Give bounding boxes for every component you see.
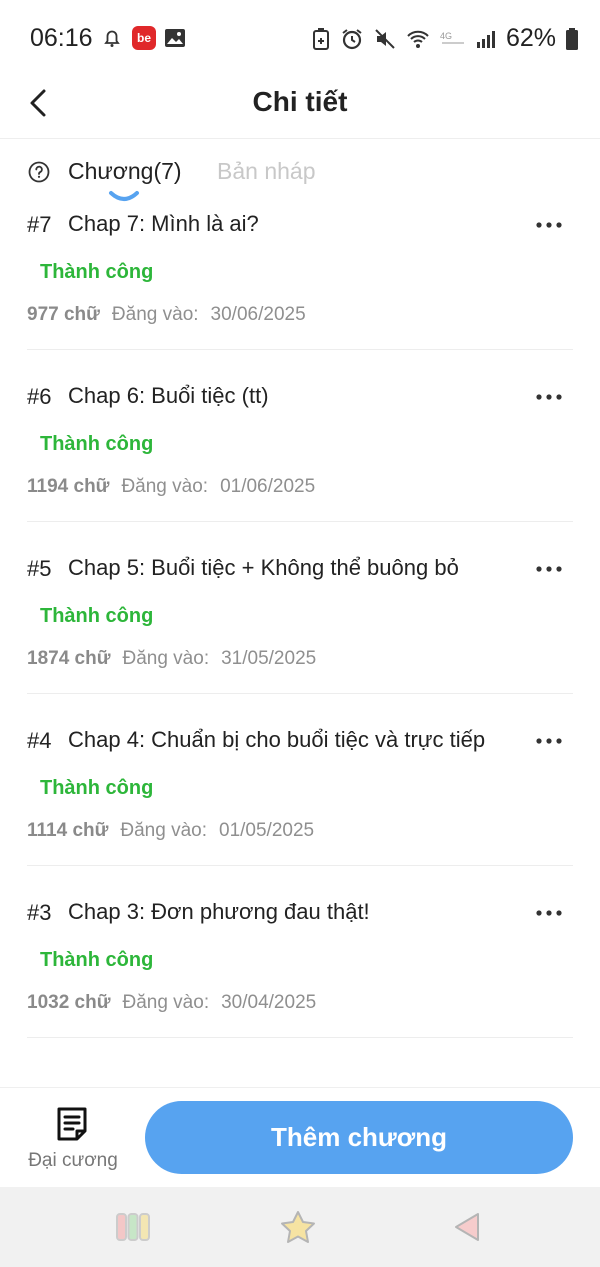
chapter-number: #4 — [27, 728, 52, 753]
word-count: 1874 chữ — [27, 648, 111, 669]
posted-label: Đăng vào: — [121, 476, 209, 497]
status-time: 06:16 — [30, 24, 93, 52]
page-title: Chi tiết — [252, 86, 348, 117]
app-header: Chi tiết — [0, 80, 600, 139]
posted-date: 01/06/2025 — [220, 476, 316, 497]
help-icon[interactable] — [28, 161, 50, 183]
chapter-item[interactable]: #4 Chap 4: Chuẩn bị cho buổi tiệc và trự… — [27, 718, 573, 866]
posted-date: 31/05/2025 — [221, 648, 317, 669]
chapter-title: Chap 4: Chuẩn bị cho buổi tiệc và trực t… — [68, 727, 486, 752]
word-count: 1114 chữ — [27, 820, 109, 841]
back-triangle-icon[interactable] — [448, 1209, 488, 1245]
chapter-status: Thành công — [40, 777, 154, 799]
chapter-title: Chap 6: Buổi tiệc (tt) — [68, 383, 269, 408]
bottom-action-bar: Đại cương Thêm chương — [0, 1087, 600, 1188]
chapter-title: Chap 7: Mình là ai? — [68, 211, 259, 236]
home-star-icon[interactable] — [278, 1209, 318, 1245]
lte-icon: 4G — [440, 31, 464, 44]
chapter-item[interactable]: #3 Chap 3: Đơn phương đau thật! Thành cô… — [27, 890, 573, 1038]
battery-saver-icon — [312, 27, 329, 50]
chapter-status: Thành công — [40, 261, 154, 283]
more-options-icon[interactable] — [525, 210, 573, 240]
more-options-icon[interactable] — [525, 382, 573, 412]
be-app-icon: be — [132, 26, 156, 50]
chapter-status: Thành công — [40, 949, 154, 971]
chapter-item[interactable]: #5 Chap 5: Buổi tiệc + Không thể buông b… — [27, 546, 573, 694]
posted-label: Đăng vào: — [122, 648, 210, 669]
svg-text:4G: 4G — [440, 31, 452, 41]
posted-label: Đăng vào: — [111, 304, 199, 325]
system-nav-bar — [0, 1187, 600, 1267]
document-icon — [57, 1107, 87, 1141]
word-count: 1032 chữ — [27, 992, 111, 1013]
recent-apps-icon[interactable] — [113, 1209, 153, 1245]
chapter-list: #7 Chap 7: Mình là ai? Thành công 977 ch… — [0, 202, 600, 1038]
status-bar: 06:16 be 4G 62% — [0, 0, 600, 80]
posted-date: 30/04/2025 — [221, 992, 317, 1013]
chapter-status: Thành công — [40, 433, 154, 455]
battery-percent: 62% — [505, 24, 556, 52]
chapter-number: #3 — [27, 900, 52, 925]
posted-date: 30/06/2025 — [210, 304, 306, 325]
chapter-meta: 1194 chữ Đăng vào: 01/06/2025 — [27, 476, 573, 521]
more-options-icon[interactable] — [525, 898, 573, 928]
wifi-icon — [407, 30, 429, 48]
battery-icon — [566, 27, 578, 50]
tab-bar: Chương(7) Bản nháp — [0, 150, 600, 210]
outline-label: Đại cương — [28, 1150, 118, 1171]
posted-label: Đăng vào: — [120, 820, 208, 841]
add-chapter-button[interactable]: Thêm chương — [145, 1101, 573, 1174]
mute-icon — [375, 28, 395, 49]
chapter-item[interactable]: #6 Chap 6: Buổi tiệc (tt) Thành công 119… — [27, 374, 573, 522]
chapter-meta: 977 chữ Đăng vào: 30/06/2025 — [27, 304, 573, 349]
chapter-item[interactable]: #7 Chap 7: Mình là ai? Thành công 977 ch… — [27, 202, 573, 350]
alarm-bell-icon — [104, 30, 120, 47]
chapter-meta: 1874 chữ Đăng vào: 31/05/2025 — [27, 648, 573, 693]
chapter-title: Chap 3: Đơn phương đau thật! — [68, 899, 370, 924]
gallery-icon — [165, 29, 185, 47]
chapter-number: #6 — [27, 384, 52, 409]
chapter-meta: 1114 chữ Đăng vào: 01/05/2025 — [27, 820, 573, 865]
posted-date: 01/05/2025 — [219, 820, 315, 841]
chapter-status: Thành công — [40, 605, 154, 627]
outline-button[interactable]: Đại cương — [18, 1104, 128, 1174]
word-count: 1194 chữ — [27, 476, 110, 497]
tab-drafts[interactable]: Bản nháp — [217, 158, 315, 185]
chapter-number: #5 — [27, 556, 52, 581]
chapter-number: #7 — [27, 212, 52, 237]
more-options-icon[interactable] — [525, 554, 573, 584]
signal-icon — [476, 30, 495, 48]
more-options-icon[interactable] — [525, 726, 573, 756]
posted-label: Đăng vào: — [122, 992, 210, 1013]
word-count: 977 chữ — [27, 304, 100, 325]
chapter-title: Chap 5: Buổi tiệc + Không thể buông bỏ — [68, 555, 459, 580]
tab-chapters[interactable]: Chương(7) — [68, 158, 182, 185]
alarm-clock-icon — [342, 28, 362, 49]
chapter-meta: 1032 chữ Đăng vào: 30/04/2025 — [27, 992, 573, 1037]
